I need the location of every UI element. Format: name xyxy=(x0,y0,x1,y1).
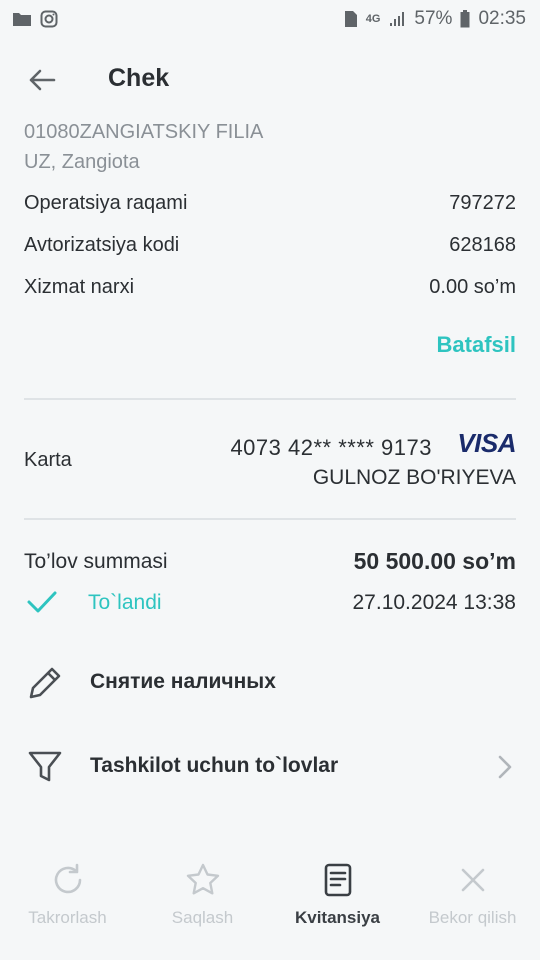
divider xyxy=(24,398,516,400)
close-icon xyxy=(461,868,484,892)
card-number: 4073 42** **** 9173 xyxy=(230,435,432,460)
check-icon xyxy=(27,591,57,613)
info-label: Xizmat narxi xyxy=(24,276,135,298)
status-bar-right: 4G 57% 02:35 xyxy=(344,8,526,30)
battery-percent: 57% xyxy=(414,8,453,29)
tab-label: Takrorlash xyxy=(28,908,107,927)
status-bar: 4G 57% 02:35 xyxy=(0,0,540,38)
details-link[interactable]: Batafsil xyxy=(437,332,516,358)
network-type: 4G xyxy=(365,13,381,25)
merchant-name: 01080ZANGIATSKIY FILIA xyxy=(24,121,264,143)
action-cash-withdrawal[interactable]: Снятие наличных xyxy=(0,650,540,714)
tab-label: Kvitansiya xyxy=(294,908,381,927)
payment-datetime: 27.10.2024 13:38 xyxy=(352,591,517,614)
page-title: Chek xyxy=(108,64,170,92)
signal-icon xyxy=(390,12,405,26)
refresh-icon xyxy=(54,863,81,894)
pencil-icon xyxy=(29,667,61,699)
battery-icon xyxy=(460,10,470,28)
sim-card-icon xyxy=(344,11,357,27)
action-label: Снятие наличных xyxy=(90,670,276,693)
action-label: Tashkilot uchun to`lovlar xyxy=(90,754,339,777)
divider xyxy=(24,518,516,520)
info-row-auth-code: Avtorizatsiya kodi 628168 xyxy=(24,234,516,257)
tab-label: Saqlash xyxy=(171,908,234,927)
folder-icon xyxy=(13,13,31,26)
chevron-right-icon xyxy=(498,755,512,779)
tab-label: Bekor qilish xyxy=(428,908,517,927)
action-organization-payments[interactable]: Tashkilot uchun to`lovlar xyxy=(0,734,540,798)
arrow-left-icon xyxy=(29,69,56,91)
info-value: 0.00 so’m xyxy=(429,276,516,298)
instagram-icon xyxy=(40,10,58,28)
card-label: Karta xyxy=(24,449,72,471)
tab-receipt[interactable]: Kvitansiya xyxy=(270,850,405,960)
header: Chek xyxy=(0,50,540,110)
receipt-icon xyxy=(324,863,351,897)
status-bar-left xyxy=(12,10,58,28)
star-icon xyxy=(186,863,219,895)
card-holder: GULNOZ BO'RIYEVA xyxy=(312,466,516,489)
info-row-service-fee: Xizmat narxi 0.00 so’m xyxy=(24,276,516,299)
payment-status: To`landi xyxy=(88,591,162,614)
tab-repeat[interactable]: Takrorlash xyxy=(0,850,135,960)
merchant-location: UZ, Zangiota xyxy=(24,151,140,173)
info-value: 628168 xyxy=(449,234,516,256)
visa-logo: VISA xyxy=(457,428,516,458)
info-row-operation: Operatsiya raqami 797272 xyxy=(24,192,516,215)
clock: 02:35 xyxy=(478,8,526,29)
amount-value: 50 500.00 so’m xyxy=(353,548,516,574)
amount-label: To’lov summasi xyxy=(24,550,168,573)
tab-cancel[interactable]: Bekor qilish xyxy=(405,850,540,960)
filter-icon xyxy=(28,751,62,782)
bottom-action-bar: Takrorlash Saqlash Kvitansiya Bekor qili… xyxy=(0,850,540,960)
tab-save[interactable]: Saqlash xyxy=(135,850,270,960)
info-value: 797272 xyxy=(449,192,516,214)
info-label: Operatsiya raqami xyxy=(24,192,188,214)
back-button[interactable] xyxy=(22,62,62,98)
info-label: Avtorizatsiya kodi xyxy=(24,234,180,256)
